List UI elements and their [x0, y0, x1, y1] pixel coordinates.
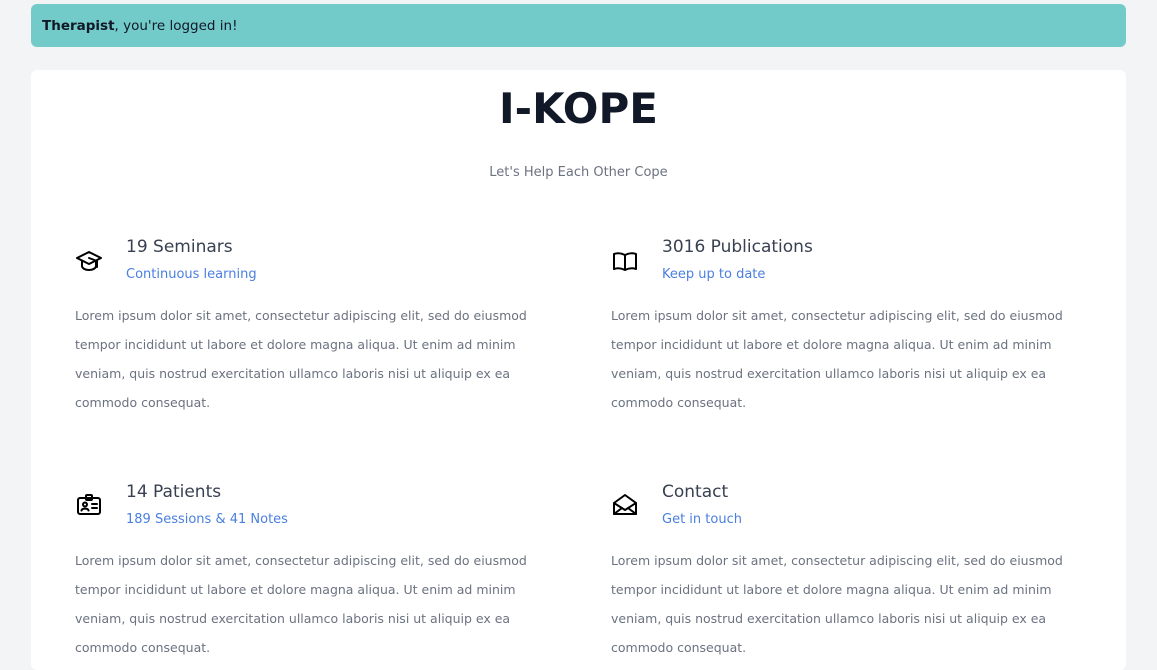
feature-description: Lorem ipsum dolor sit amet, consectetur …: [75, 553, 527, 655]
envelope-open-icon: [611, 491, 639, 519]
feature-description: Lorem ipsum dolor sit amet, consectetur …: [611, 553, 1063, 655]
feature-link[interactable]: Continuous learning: [126, 267, 257, 282]
feature-link[interactable]: Keep up to date: [662, 267, 765, 282]
page-title: I-KOPE: [499, 84, 658, 133]
page-subtitle: Let's Help Each Other Cope: [489, 165, 668, 180]
alert-message: , you're logged in!: [114, 17, 238, 34]
feature-heading: 3016 Publications: [662, 237, 813, 257]
feature-heading: Contact: [662, 482, 729, 502]
alert-role: Therapist: [42, 17, 115, 34]
feature-description: Lorem ipsum dolor sit amet, consectetur …: [75, 308, 527, 410]
graduation-cap-icon: [75, 247, 103, 275]
feature-heading: 14 Patients: [126, 482, 222, 502]
feature-link[interactable]: Get in touch: [662, 512, 742, 527]
id-badge-icon: [75, 491, 103, 519]
feature-link[interactable]: 189 Sessions & 41 Notes: [126, 512, 288, 527]
feature-heading: 19 Seminars: [126, 237, 233, 257]
feature-description: Lorem ipsum dolor sit amet, consectetur …: [611, 308, 1063, 410]
login-alert: Therapist, you're logged in!: [31, 4, 1126, 47]
open-book-icon: [611, 247, 639, 275]
